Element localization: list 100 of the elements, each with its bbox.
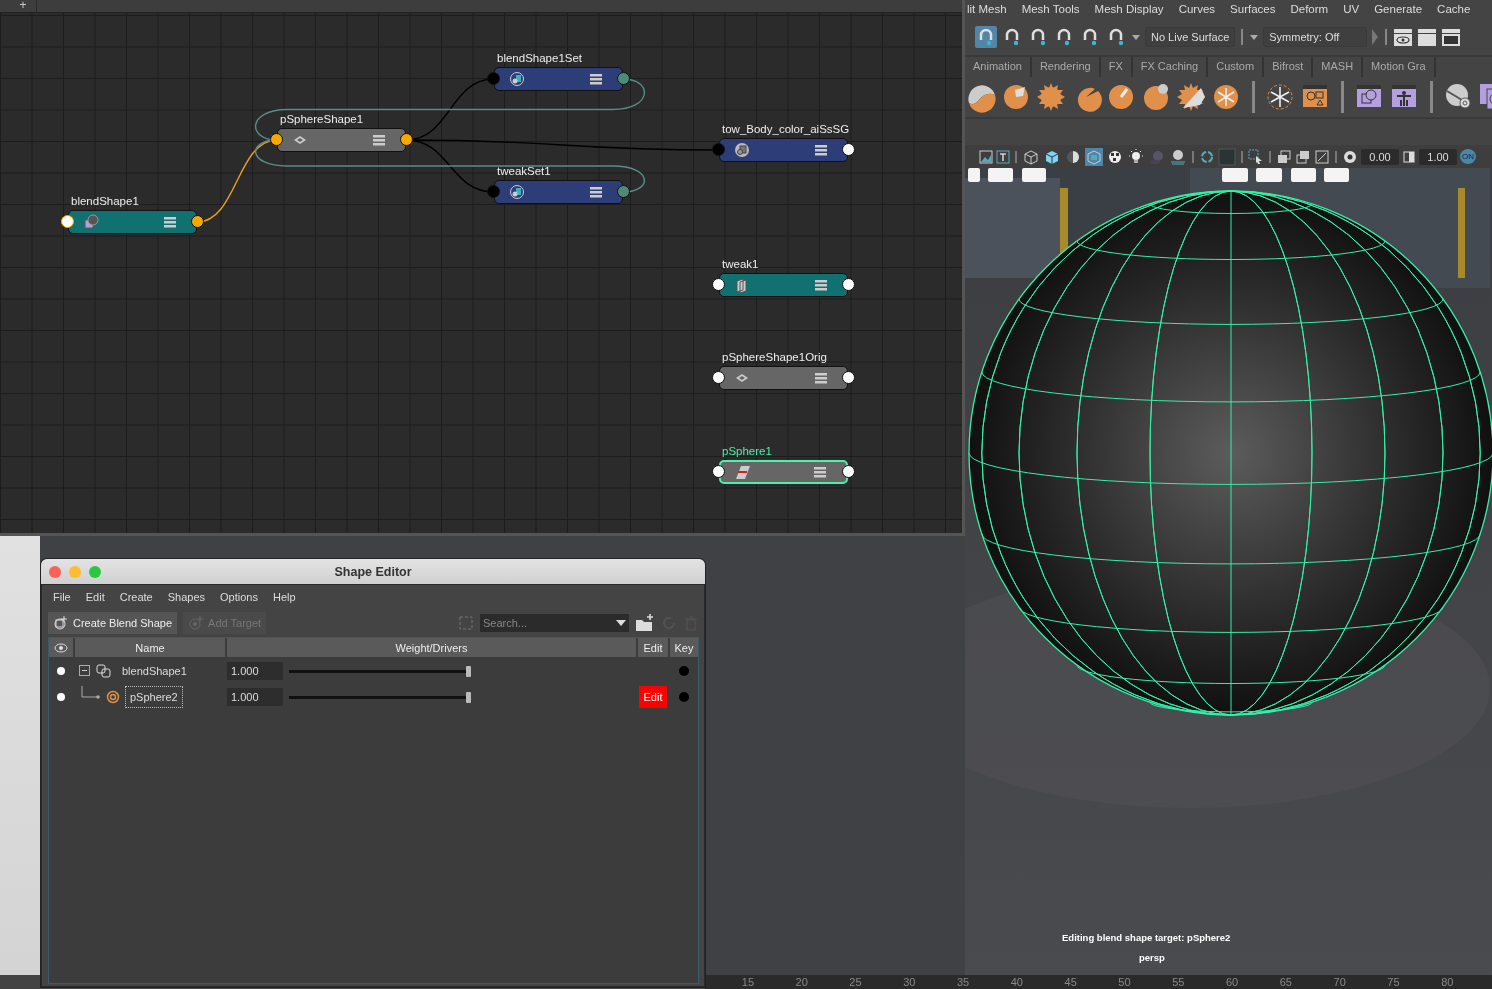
- frame-number: 20: [794, 975, 809, 989]
- node-label: pSphereShape1Orig: [722, 351, 827, 363]
- clapper-ipr-icon[interactable]: [1441, 26, 1462, 49]
- attribute-list-icon[interactable]: [590, 73, 602, 85]
- menu-item[interactable]: Options: [220, 591, 258, 603]
- node-label: blendShape1Set: [497, 52, 583, 64]
- node-label: blendShape1: [71, 195, 139, 207]
- window-title: Shape Editor: [333, 564, 413, 579]
- menu-item[interactable]: Cache: [1437, 3, 1471, 16]
- frame-icon[interactable]: [1314, 148, 1330, 165]
- tree-branch-icon: [81, 686, 101, 700]
- node[interactable]: [277, 128, 406, 152]
- menu-item[interactable]: Edit: [85, 591, 105, 603]
- menu-item[interactable]: Generate: [1374, 3, 1423, 16]
- light-bulb-icon[interactable]: [1127, 147, 1145, 166]
- column-header[interactable]: Name: [75, 638, 225, 657]
- live-surface-field[interactable]: No Live Surface: [1145, 27, 1236, 48]
- node[interactable]: [494, 180, 623, 204]
- text-icon[interactable]: [996, 148, 1010, 165]
- visibility-toggle[interactable]: [57, 667, 65, 675]
- menu-item[interactable]: Shapes: [167, 591, 206, 603]
- shape-name[interactable]: pSphere2: [125, 686, 183, 708]
- caret-icon[interactable]: [616, 619, 626, 627]
- attribute-list-icon[interactable]: [815, 372, 827, 384]
- select-cursor-icon[interactable]: [1248, 148, 1264, 165]
- attribute-list-icon[interactable]: [590, 186, 602, 198]
- add-target-icon: [188, 615, 205, 631]
- collapse-icon[interactable]: [79, 665, 91, 677]
- node-label: pSphereShape1: [280, 113, 364, 125]
- ground-sphere-icon[interactable]: [1169, 147, 1187, 166]
- overlap-squares-icon[interactable]: [1276, 148, 1292, 165]
- ring-icon[interactable]: [1199, 148, 1215, 165]
- frame-number: 55: [1171, 975, 1186, 989]
- frame-number: 25: [848, 975, 863, 989]
- column-header[interactable]: Edit: [638, 638, 668, 657]
- gamma-field[interactable]: 1.00: [1419, 148, 1457, 165]
- exposure-field[interactable]: 0.00: [1361, 148, 1399, 165]
- slider-thumb[interactable]: [466, 691, 471, 703]
- frame-number: 75: [1386, 975, 1401, 989]
- gamma-icon[interactable]: [1402, 148, 1416, 165]
- weight-field[interactable]: 1.000: [227, 688, 283, 706]
- node-label: tow_Body_color_aiSsSG: [722, 123, 850, 135]
- node-label: tweak1: [722, 258, 759, 270]
- frame-number: 45: [1063, 975, 1078, 989]
- menu-item[interactable]: Help: [272, 591, 296, 603]
- attribute-list-icon[interactable]: [815, 144, 827, 156]
- set-icon: [509, 70, 525, 88]
- blend-shape-icon: [96, 663, 112, 679]
- slider-thumb[interactable]: [466, 665, 471, 677]
- overlap-squares-icon[interactable]: [1295, 148, 1311, 165]
- node[interactable]: [719, 366, 848, 390]
- node-label: pSphere1: [722, 445, 772, 457]
- attribute-list-icon[interactable]: [814, 466, 826, 478]
- eye-icon[interactable]: [54, 642, 68, 653]
- node-label: tweakSet1: [497, 165, 551, 177]
- menu-item[interactable]: Mesh Tools: [1021, 3, 1080, 16]
- node[interactable]: [719, 138, 848, 162]
- edit-button[interactable]: Edit: [638, 686, 668, 708]
- menu-item[interactable]: Create: [119, 591, 153, 603]
- transform-icon: [735, 463, 751, 481]
- visibility-toggle[interactable]: [57, 693, 65, 701]
- attribute-list-icon[interactable]: [373, 134, 385, 146]
- menu-item[interactable]: lit Mesh: [967, 3, 1007, 16]
- node[interactable]: [68, 210, 197, 234]
- menu-item[interactable]: UV: [1343, 3, 1360, 16]
- aperture-icon[interactable]: [1342, 148, 1358, 165]
- node[interactable]: [494, 67, 623, 91]
- attribute-list-icon[interactable]: [815, 279, 827, 291]
- set-icon: [734, 141, 750, 159]
- shape-name[interactable]: blendShape1: [117, 660, 192, 682]
- attribute-list-icon[interactable]: [164, 216, 176, 228]
- frame-number: 40: [1009, 975, 1024, 989]
- menu-item[interactable]: Surfaces: [1230, 3, 1276, 16]
- image-plane-icon[interactable]: [979, 148, 993, 165]
- toggle-button[interactable]: ON: [1460, 149, 1476, 165]
- node[interactable]: [719, 273, 848, 297]
- stack-icon: [734, 276, 750, 294]
- menu-item[interactable]: Mesh Display: [1094, 3, 1164, 16]
- column-header[interactable]: Key: [670, 638, 698, 657]
- symmetry-field[interactable]: Symmetry: Off: [1263, 27, 1368, 48]
- frame-number: 65: [1278, 975, 1293, 989]
- column-header[interactable]: Weight/Drivers: [227, 638, 636, 657]
- viewport-message: Editing blend shape target: pSphere2: [1062, 932, 1231, 943]
- weight-field[interactable]: 1.000: [227, 662, 283, 680]
- magnet-icon[interactable]: [975, 26, 997, 49]
- menu-item[interactable]: Deform: [1290, 3, 1329, 16]
- frame-number: 30: [902, 975, 917, 989]
- menu-item[interactable]: File: [53, 591, 71, 603]
- create-blend-shape-button[interactable]: Create Blend Shape: [48, 612, 178, 634]
- blend-shape-icon: [53, 615, 69, 631]
- clapper-eye-icon[interactable]: [1393, 26, 1414, 49]
- frame-number: 70: [1332, 975, 1347, 989]
- textured-cube-icon[interactable]: [1085, 147, 1103, 166]
- menu-item[interactable]: Curves: [1178, 3, 1216, 16]
- frame-number: 60: [1224, 975, 1240, 989]
- blend-icon: [83, 213, 99, 231]
- frame-number: 50: [1117, 975, 1132, 989]
- frame-number: 80: [1440, 975, 1455, 989]
- new-folder-icon[interactable]: [635, 614, 655, 632]
- clapper-icon[interactable]: [1417, 26, 1438, 49]
